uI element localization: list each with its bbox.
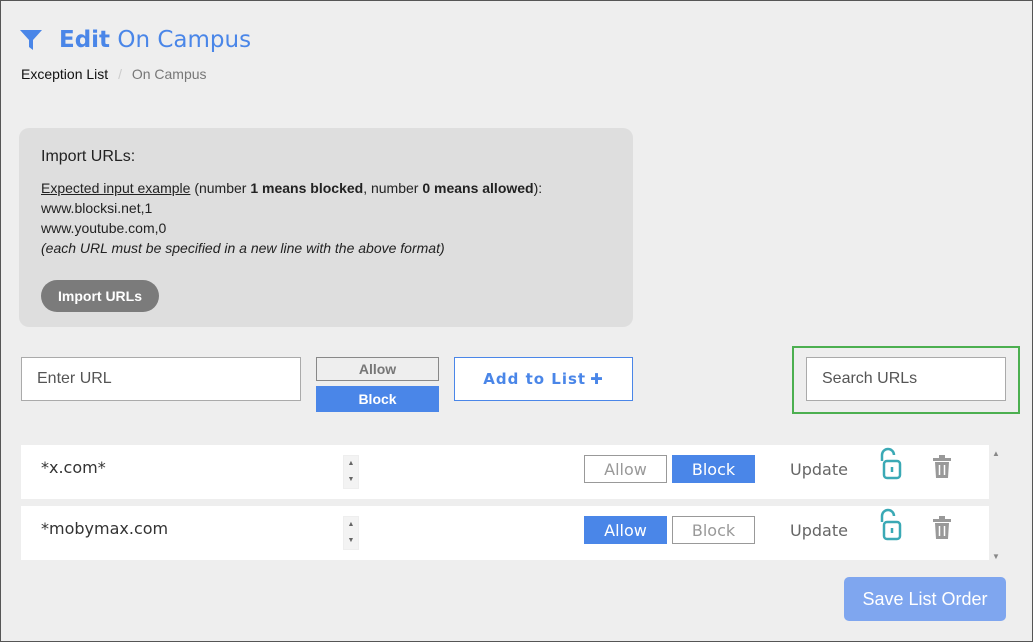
row-allow-button[interactable]: Allow [584, 455, 667, 483]
scrollbar-up-arrow[interactable]: ▲ [992, 449, 1000, 458]
add-to-list-label: Add to List [483, 370, 587, 388]
example-line: www.blocksi.net,1 [41, 200, 153, 216]
unlock-icon[interactable] [878, 508, 904, 542]
trash-icon[interactable] [932, 455, 952, 479]
breadcrumb: Exception List / On Campus [21, 66, 207, 82]
breadcrumb-exception-list[interactable]: Exception List [21, 66, 108, 82]
new-url-allow-toggle[interactable]: Allow [316, 357, 439, 381]
import-desc-text: (number [190, 180, 251, 196]
page-header: Edit On Campus [19, 27, 251, 53]
trash-icon[interactable] [932, 516, 952, 540]
import-desc-blocked: 1 means blocked [250, 180, 364, 196]
import-desc-text: , number [363, 180, 423, 196]
import-panel: Import URLs: Expected input example (num… [19, 128, 633, 327]
expected-input-example-link: Expected input example [41, 180, 191, 196]
row-url: *mobymax.com [41, 519, 169, 538]
import-desc-allowed: 0 means allowed [422, 180, 534, 196]
stepper-down-icon[interactable]: ▼ [344, 533, 358, 549]
stepper-up-icon[interactable]: ▲ [344, 517, 358, 533]
import-desc-text: ): [533, 180, 543, 196]
url-input[interactable] [21, 357, 301, 401]
unlock-icon[interactable] [878, 447, 904, 481]
add-to-list-button[interactable]: Add to List ✚ [454, 357, 633, 401]
import-note: (each URL must be specified in a new lin… [41, 240, 445, 256]
row-update-button[interactable]: Update [790, 521, 848, 540]
row-block-button[interactable]: Block [672, 516, 755, 544]
page-title-action: Edit [59, 27, 111, 53]
scrollbar-down-arrow[interactable]: ▼ [992, 552, 1000, 561]
stepper-up-icon[interactable]: ▲ [344, 456, 358, 472]
row-order-stepper[interactable]: ▲ ▼ [343, 455, 359, 489]
row-order-stepper[interactable]: ▲ ▼ [343, 516, 359, 550]
row-url: *x.com* [41, 458, 106, 477]
stepper-down-icon[interactable]: ▼ [344, 472, 358, 488]
breadcrumb-current: On Campus [131, 66, 207, 82]
page-title: Edit On Campus [59, 27, 251, 53]
page-title-name: On Campus [117, 27, 252, 53]
search-highlight-box [792, 346, 1020, 414]
plus-icon: ✚ [590, 370, 604, 388]
example-line: www.youtube.com,0 [41, 220, 167, 236]
filter-icon [20, 30, 42, 50]
save-list-order-button[interactable]: Save List Order [844, 577, 1006, 621]
import-instructions: Expected input example (number 1 means b… [41, 178, 542, 258]
import-urls-button[interactable]: Import URLs [41, 280, 159, 312]
search-input[interactable] [806, 357, 1006, 401]
url-row: *x.com* ▲ ▼ Allow Block Update [21, 445, 989, 499]
new-url-block-toggle[interactable]: Block [316, 386, 439, 412]
row-update-button[interactable]: Update [790, 460, 848, 479]
row-block-button[interactable]: Block [672, 455, 755, 483]
url-row: *mobymax.com ▲ ▼ Allow Block Update [21, 506, 989, 560]
row-allow-button[interactable]: Allow [584, 516, 667, 544]
import-title: Import URLs: [41, 148, 136, 165]
breadcrumb-separator: / [118, 66, 122, 82]
